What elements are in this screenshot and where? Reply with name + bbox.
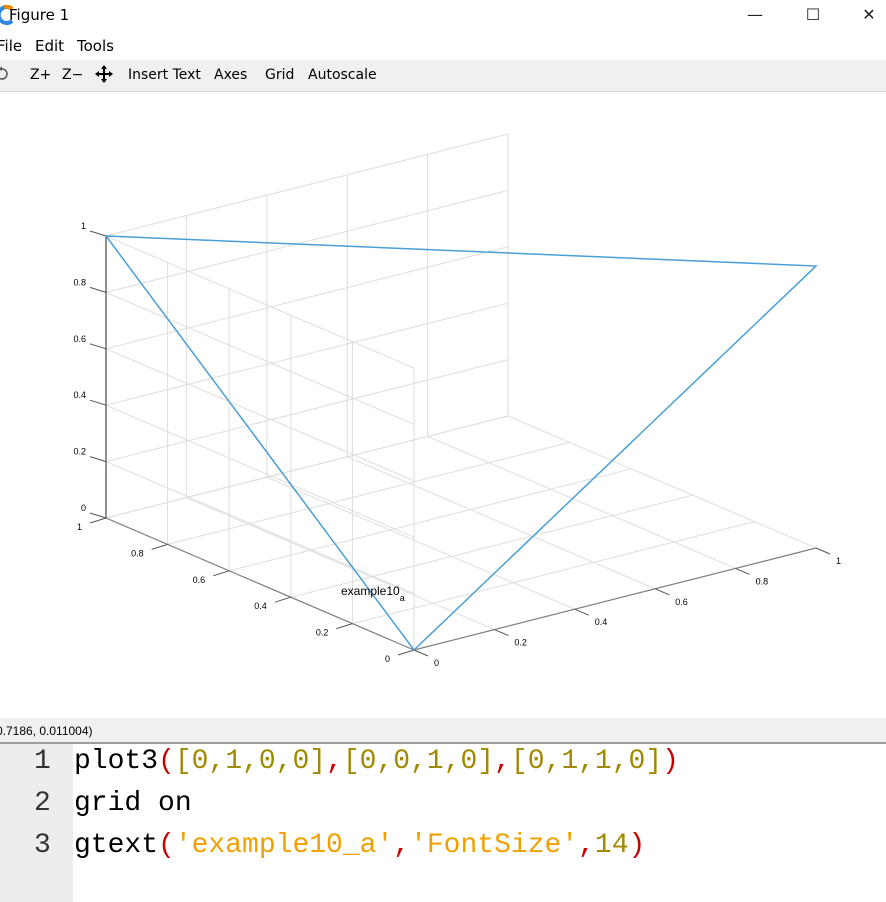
grid-line — [105, 348, 415, 482]
z-tick-label: 1 — [81, 221, 86, 231]
x-tick — [574, 608, 589, 616]
y-tick — [336, 623, 353, 630]
code-editor[interactable]: 1 2 3 plot3([0,1,0,0],[0,0,1,0],[0,1,1,0… — [0, 744, 886, 902]
x-tick-label: 1 — [836, 556, 841, 566]
x-tick — [815, 547, 831, 555]
x-axis-line — [413, 547, 817, 651]
grid-line — [186, 497, 495, 631]
code-line-2[interactable]: grid on — [74, 788, 192, 819]
line-number: 2 — [34, 788, 51, 819]
x-tick-label: 0 — [434, 658, 439, 668]
code-number: [0,1,1,0] — [510, 746, 663, 777]
code-line-3[interactable]: gtext('example10_a','FontSize',14) — [74, 830, 645, 861]
y-tick-label: 0.4 — [254, 601, 267, 611]
rotate-icon[interactable] — [0, 66, 8, 84]
z-tick — [89, 343, 107, 350]
y-tick — [274, 596, 291, 603]
x-tick-label: 0.6 — [675, 597, 688, 607]
plot-canvas[interactable]: 0 0.2 0.4 0.6 0.8 1 0 0.2 0.4 0.6 0.8 1 0 0.2 0.4 0.6 0.… — [0, 92, 886, 718]
pan-icon[interactable] — [95, 65, 113, 87]
z-tick-label: 0 — [81, 503, 86, 513]
grid-line — [105, 461, 415, 595]
y-tick-label: 0 — [385, 654, 390, 664]
y-tick — [89, 517, 107, 524]
code-number: [0,1,0,0] — [174, 746, 327, 777]
plot3-axes[interactable]: 0 0.2 0.4 0.6 0.8 1 0 0.2 0.4 0.6 0.8 1 0 0.2 0.4 0.6 0.… — [0, 92, 886, 718]
window-title: Figure 1 — [9, 6, 70, 24]
x-tick — [413, 649, 429, 657]
code-number: 14 — [594, 830, 629, 861]
x-tick — [655, 588, 670, 596]
axes-button[interactable]: Axes — [214, 67, 247, 83]
grid-line — [427, 435, 736, 569]
y-tick-label: 0.6 — [193, 575, 206, 585]
insert-text-button[interactable]: Insert Text — [128, 67, 201, 83]
minimize-button[interactable]: — — [732, 4, 778, 28]
figure-toolbar: Z+ Z− Insert Text Axes Grid Autoscale — [0, 60, 886, 92]
z-tick — [89, 230, 107, 237]
z-tick-label: 0.2 — [73, 447, 86, 457]
code-function: plot3 — [74, 746, 159, 777]
grid-lines — [105, 133, 817, 651]
x-tick-label: 0.2 — [514, 638, 527, 648]
x-tick — [494, 629, 509, 637]
y-tick — [151, 543, 168, 550]
grid-line — [507, 415, 817, 549]
z-tick — [89, 512, 107, 519]
gtext-annotation: example10a — [341, 584, 405, 603]
menu-file[interactable]: File — [0, 37, 22, 55]
code-number: [0,0,1,0] — [342, 746, 495, 777]
grid-line — [266, 476, 575, 610]
y-tick — [397, 649, 415, 656]
tick-labels: 0 0.2 0.4 0.6 0.8 1 0 0.2 0.4 0.6 0.8 1 0 0.2 0.4 0.6 0.… — [73, 221, 841, 668]
menu-tools[interactable]: Tools — [77, 37, 114, 55]
grid-line — [347, 456, 656, 590]
code-string: 'example10_a' — [174, 830, 394, 861]
z-tick-label: 0.8 — [73, 277, 86, 287]
menu-bar: File Edit Tools — [0, 34, 886, 58]
x-tick — [735, 567, 750, 575]
status-bar: 0.7186, 0.011004) — [0, 718, 886, 744]
grid-line — [105, 189, 509, 293]
grid-line — [105, 404, 415, 538]
line-number: 1 — [34, 746, 51, 777]
z-tick-label: 0.6 — [73, 334, 86, 344]
grid-line — [105, 133, 509, 237]
zoom-in-button[interactable]: Z+ — [30, 67, 51, 83]
y-tick-label: 0.2 — [316, 628, 329, 638]
plot3-line — [104, 235, 818, 651]
maximize-button[interactable]: ☐ — [790, 4, 836, 28]
y-tick-label: 0.8 — [131, 548, 144, 558]
grid-line — [105, 291, 415, 425]
axis-lines — [89, 230, 831, 657]
z-tick — [89, 286, 107, 293]
code-string: 'FontSize' — [410, 830, 579, 861]
grid-line — [105, 235, 415, 369]
x-tick-label: 0.8 — [756, 576, 769, 586]
x-tick-label: 0.4 — [595, 617, 608, 627]
autoscale-button[interactable]: Autoscale — [308, 67, 377, 83]
grid-button[interactable]: Grid — [265, 67, 294, 83]
y-tick-label: 1 — [77, 522, 82, 532]
line-number-gutter: 1 2 3 — [0, 744, 73, 902]
z-tick — [89, 399, 107, 406]
z-tick-label: 0.4 — [73, 390, 86, 400]
code-line-1[interactable]: plot3([0,1,0,0],[0,0,1,0],[0,1,1,0]) — [74, 746, 679, 777]
line-number: 3 — [34, 830, 51, 861]
data-series — [104, 235, 818, 651]
z-tick — [89, 456, 107, 463]
window-titlebar: Figure 1 — ☐ ✕ — [0, 0, 886, 32]
zoom-out-button[interactable]: Z− — [62, 67, 83, 83]
menu-edit[interactable]: Edit — [35, 37, 64, 55]
close-button[interactable]: ✕ — [846, 4, 886, 28]
y-tick — [213, 570, 230, 577]
cursor-coordinates: 0.7186, 0.011004) — [0, 724, 93, 738]
code-function: gtext — [74, 830, 159, 861]
